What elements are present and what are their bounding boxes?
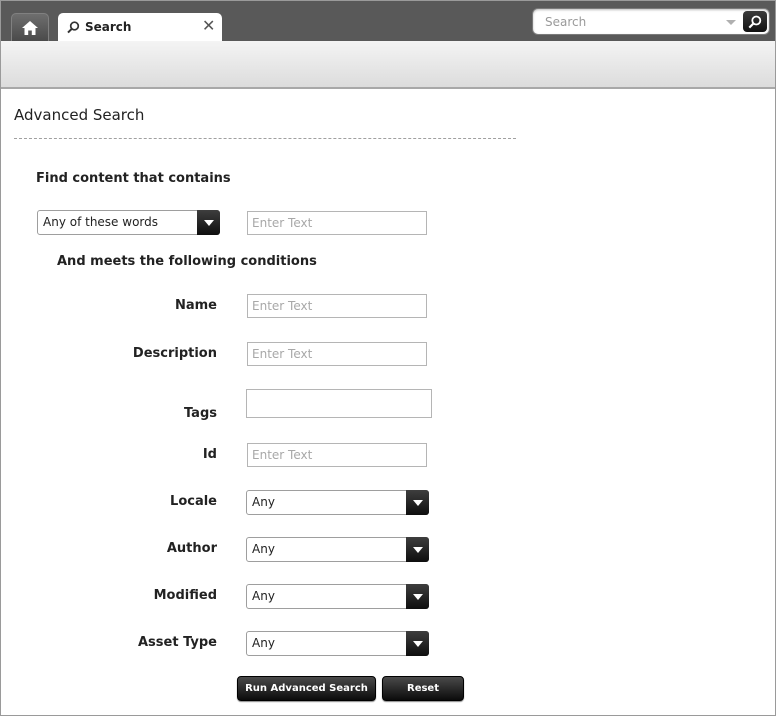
home-icon (22, 20, 38, 35)
tab-search-label: Search (85, 20, 132, 34)
top-bar: Search ✕ Search (1, 1, 775, 42)
match-mode-value: Any of these words (43, 215, 159, 229)
title-divider (14, 138, 516, 139)
name-label: Name (174, 298, 217, 313)
name-input[interactable] (247, 294, 427, 318)
tags-label: Tags (183, 406, 217, 421)
modified-label: Modified (153, 588, 217, 603)
locale-value: Any (252, 495, 275, 509)
chevron-down-icon[interactable] (406, 490, 429, 515)
global-search-box[interactable]: Search (532, 8, 770, 35)
chevron-down-icon[interactable] (726, 20, 736, 25)
toolbar (1, 41, 775, 89)
find-content-heading: Find content that contains (36, 171, 231, 186)
description-label: Description (132, 346, 217, 361)
chevron-down-icon[interactable] (197, 210, 220, 235)
home-tab[interactable] (11, 13, 49, 41)
global-search-input[interactable]: Search (545, 15, 586, 29)
author-select[interactable]: Any (246, 537, 429, 562)
author-value: Any (252, 542, 275, 556)
chevron-down-icon[interactable] (406, 584, 429, 609)
tags-input[interactable] (246, 389, 432, 418)
search-icon (748, 15, 762, 28)
locale-select[interactable]: Any (246, 490, 429, 515)
global-search-button[interactable] (743, 11, 767, 32)
app-window: Search ✕ Search Advanced Search Find con… (0, 0, 776, 716)
search-icon (67, 21, 80, 38)
chevron-down-icon[interactable] (406, 537, 429, 562)
content-text-input[interactable] (247, 211, 427, 235)
asset-type-label: Asset Type (137, 635, 217, 650)
reset-button[interactable]: Reset (382, 676, 464, 701)
tab-search[interactable]: Search ✕ (58, 13, 222, 42)
asset-type-value: Any (252, 636, 275, 650)
locale-label: Locale (170, 494, 217, 509)
author-label: Author (166, 541, 217, 556)
chevron-down-icon[interactable] (406, 631, 429, 656)
run-advanced-search-button[interactable]: Run Advanced Search (237, 676, 376, 701)
conditions-heading: And meets the following conditions (57, 254, 317, 269)
modified-select[interactable]: Any (246, 584, 429, 609)
page-title: Advanced Search (14, 106, 145, 124)
asset-type-select[interactable]: Any (246, 631, 429, 656)
id-label: Id (202, 447, 217, 462)
close-icon[interactable]: ✕ (202, 17, 215, 35)
id-input[interactable] (247, 443, 427, 467)
match-mode-select[interactable]: Any of these words (37, 210, 220, 235)
modified-value: Any (252, 589, 275, 603)
description-input[interactable] (247, 342, 427, 366)
